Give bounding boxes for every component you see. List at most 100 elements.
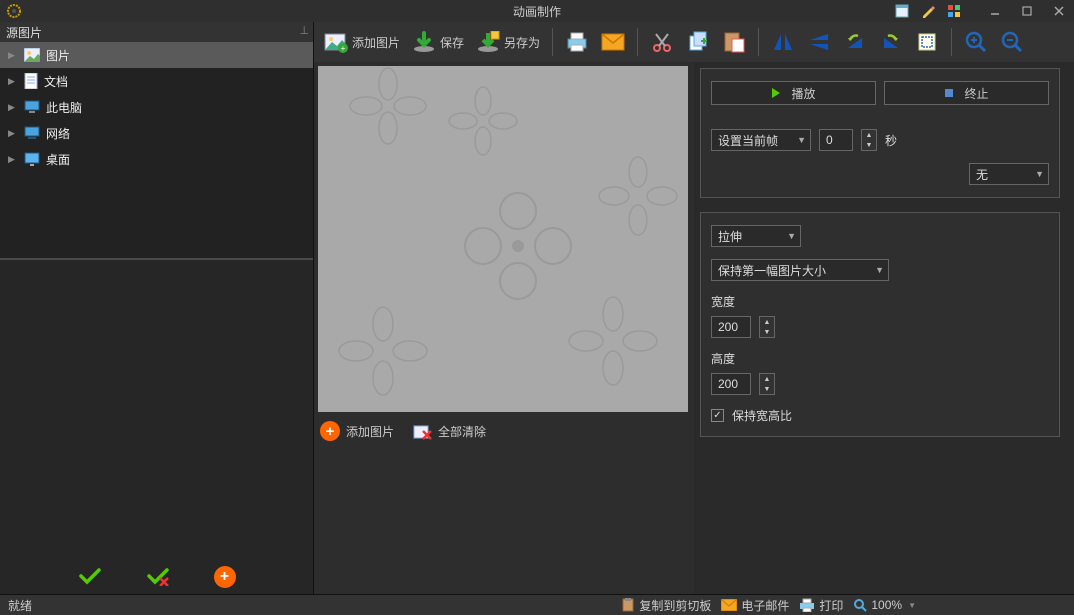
email-button[interactable] — [597, 26, 629, 58]
width-spinner[interactable]: ▲▼ — [759, 316, 775, 338]
decor-flower-icon — [458, 186, 578, 306]
tree-item-network[interactable]: ▶ 网络 — [0, 120, 313, 146]
button-label: 播放 — [791, 85, 815, 102]
rotate-right-icon — [879, 30, 903, 54]
decor-flower-icon — [598, 156, 678, 236]
zoom-in-button[interactable] — [960, 26, 992, 58]
height-input[interactable]: 200 — [711, 373, 751, 395]
expander-icon[interactable]: ▶ — [8, 102, 18, 113]
left-sidebar: 源图片 ⊥ ▶ 图片 ▶ 文档 ▶ 此电脑 ▶ 网络 — [0, 22, 314, 594]
app-icon — [6, 3, 22, 19]
print-button[interactable] — [561, 26, 593, 58]
paste-button[interactable] — [718, 26, 750, 58]
save-icon — [412, 30, 436, 54]
clipboard-icon — [621, 598, 635, 612]
expander-icon[interactable]: ▶ — [8, 154, 18, 165]
set-frame-select[interactable]: 设置当前帧▼ — [711, 129, 811, 151]
flip-v-button[interactable] — [803, 26, 835, 58]
crop-button[interactable] — [911, 26, 943, 58]
input-value: 200 — [718, 320, 738, 334]
decor-flower-icon — [448, 86, 518, 156]
tree-item-documents[interactable]: ▶ 文档 — [0, 68, 313, 94]
copy-button[interactable] — [682, 26, 714, 58]
scissors-icon — [650, 30, 674, 54]
status-bar: 就绪 复制到剪切板 电子邮件 打印 100% ▼ — [0, 594, 1074, 615]
status-ready: 就绪 — [8, 597, 32, 614]
keep-first-select[interactable]: 保持第一幅图片大小▼ — [711, 259, 889, 281]
stop-button[interactable]: 终止 — [884, 81, 1049, 105]
status-email[interactable]: 电子邮件 — [721, 597, 789, 614]
keep-ratio-checkbox[interactable]: ✓ — [711, 409, 724, 422]
tree-item-label: 图片 — [46, 47, 70, 64]
status-print[interactable]: 打印 — [799, 597, 843, 614]
window-title: 动画制作 — [513, 3, 561, 20]
source-tree[interactable]: ▶ 图片 ▶ 文档 ▶ 此电脑 ▶ 网络 ▶ 桌面 — [0, 42, 313, 260]
chevron-down-icon[interactable]: ▼ — [908, 601, 916, 610]
add-image-icon: + — [324, 30, 348, 54]
tree-item-desktop[interactable]: ▶ 桌面 — [0, 146, 313, 172]
play-button[interactable]: 播放 — [711, 81, 876, 105]
minimize-button[interactable] — [980, 0, 1010, 22]
status-zoom[interactable]: 100% ▼ — [853, 598, 916, 612]
image-icon — [24, 48, 40, 62]
maximize-button[interactable] — [1012, 0, 1042, 22]
transition-select[interactable]: 无▼ — [969, 163, 1049, 185]
flip-vertical-icon — [807, 30, 831, 54]
frame-number-input[interactable]: 0 — [819, 129, 853, 151]
save-button[interactable]: 保存 — [408, 26, 468, 58]
button-label: 另存为 — [504, 34, 540, 51]
confirm-icon[interactable] — [78, 566, 102, 588]
tree-item-label: 此电脑 — [46, 99, 82, 116]
flip-horizontal-icon — [771, 30, 795, 54]
pencil-icon[interactable] — [916, 1, 940, 21]
frame-clear-all-button[interactable]: 全部清除 — [412, 422, 486, 440]
confirm-remove-icon[interactable] — [146, 566, 170, 588]
tree-item-images[interactable]: ▶ 图片 — [0, 42, 313, 68]
add-circle-icon[interactable]: + — [214, 566, 236, 588]
frames-area — [314, 446, 694, 594]
rotate-right-button[interactable] — [875, 26, 907, 58]
frame-spinner[interactable]: ▲▼ — [861, 129, 877, 151]
cut-button[interactable] — [646, 26, 678, 58]
save-as-button[interactable]: 另存为 — [472, 26, 544, 58]
note-icon[interactable] — [890, 1, 914, 21]
flip-h-button[interactable] — [767, 26, 799, 58]
tree-item-label: 网络 — [46, 125, 70, 142]
rotate-left-icon — [843, 30, 867, 54]
source-panel-title: 源图片 — [6, 24, 42, 41]
mail-icon — [721, 599, 737, 611]
source-panel-header: 源图片 ⊥ — [0, 22, 313, 42]
status-clipboard[interactable]: 复制到剪切板 — [621, 597, 711, 614]
tree-item-label: 桌面 — [46, 151, 70, 168]
title-bar: 动画制作 — [0, 0, 1074, 22]
add-image-button[interactable]: + 添加图片 — [320, 26, 404, 58]
button-label: 全部清除 — [438, 423, 486, 440]
network-icon — [24, 126, 40, 140]
color-grid-icon[interactable] — [942, 1, 966, 21]
decor-flower-icon — [338, 306, 428, 396]
playback-panel: 播放 终止 设置当前帧▼ 0 — [700, 68, 1060, 198]
tree-item-label: 文档 — [44, 73, 68, 90]
stretch-select[interactable]: 拉伸▼ — [711, 225, 801, 247]
thumbnail-panel: + — [0, 260, 313, 594]
seconds-label: 秒 — [885, 132, 897, 149]
expander-icon[interactable]: ▶ — [8, 76, 18, 87]
button-label: 保存 — [440, 34, 464, 51]
svg-text:+: + — [341, 44, 346, 53]
close-button[interactable] — [1044, 0, 1074, 22]
rotate-left-button[interactable] — [839, 26, 871, 58]
height-spinner[interactable]: ▲▼ — [759, 373, 775, 395]
expander-icon[interactable]: ▶ — [8, 50, 18, 61]
paste-icon — [722, 30, 746, 54]
desktop-icon — [24, 152, 40, 166]
input-value: 0 — [826, 133, 833, 147]
zoom-out-button[interactable] — [996, 26, 1028, 58]
expander-icon[interactable]: ▶ — [8, 128, 18, 139]
tree-item-computer[interactable]: ▶ 此电脑 — [0, 94, 313, 120]
pin-icon[interactable]: ⊥ — [299, 24, 309, 37]
select-value: 保持第一幅图片大小 — [718, 262, 826, 279]
frame-add-image-button[interactable]: + 添加图片 — [320, 421, 394, 441]
status-label: 电子邮件 — [741, 597, 789, 614]
width-input[interactable]: 200 — [711, 316, 751, 338]
computer-icon — [24, 100, 40, 114]
